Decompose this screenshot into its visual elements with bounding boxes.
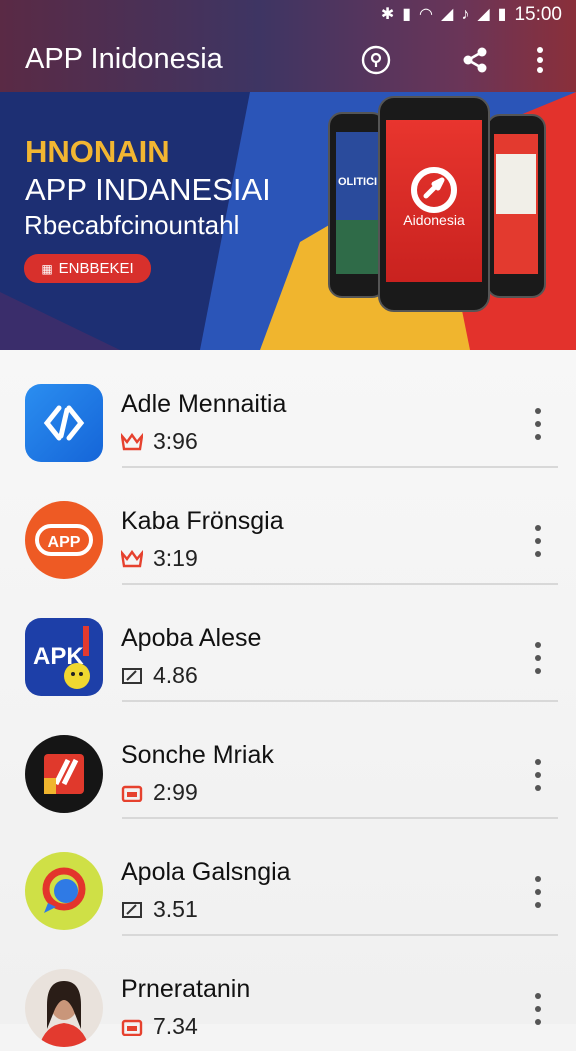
battery-icon: ▮ xyxy=(497,6,507,23)
app-meta: 7.34 xyxy=(121,1013,198,1040)
calendar-icon xyxy=(121,785,143,802)
person-photo xyxy=(336,220,378,274)
code-app-icon xyxy=(25,384,103,462)
grid-icon: ▦ xyxy=(41,261,53,276)
share-icon xyxy=(463,47,487,73)
item-more-button[interactable] xyxy=(528,525,548,557)
list-item[interactable]: Adle Mennaitia 3:96 xyxy=(0,350,576,468)
app-value: 4.86 xyxy=(153,662,198,688)
app-value: 3:19 xyxy=(153,545,198,571)
app-top-bar: ✱ ▮ ◠ ◢ ♪ ◢ ▮ 15:00 APP Inidonesia xyxy=(0,0,576,92)
list-item[interactable]: Sonche Mriak 2:99 xyxy=(0,701,576,819)
wifi-icon: ◠ xyxy=(419,6,434,23)
item-more-button[interactable] xyxy=(528,408,548,440)
chat-app-icon xyxy=(25,852,103,930)
app-name: Apoba Alese xyxy=(121,624,262,652)
edit-icon xyxy=(122,667,142,684)
app-value: 2:99 xyxy=(153,779,198,805)
list-item[interactable]: APK Apoba Alese 4.86 xyxy=(0,584,576,702)
app-list: Adle Mennaitia 3:96 APP Kaba Frönsgia 3:… xyxy=(0,350,576,1047)
signal-icon: ◢ xyxy=(477,6,490,23)
vibrate-icon: ▮ xyxy=(402,6,412,23)
bluetooth-icon: ✱ xyxy=(380,6,395,23)
app-value: 3.51 xyxy=(153,896,198,922)
item-more-button[interactable] xyxy=(528,993,548,1025)
list-item[interactable]: APP Kaba Frönsgia 3:19 xyxy=(0,467,576,585)
overflow-menu-button[interactable] xyxy=(520,40,560,80)
alarm-icon: ♪ xyxy=(461,6,470,23)
avatar xyxy=(25,969,103,1047)
phone-mockup-center: Aidonesia xyxy=(378,96,490,312)
info-button[interactable] xyxy=(356,40,396,80)
list-item[interactable]: Apola Galsngia 3.51 xyxy=(0,818,576,936)
app-name: Prneratanin xyxy=(121,975,251,1003)
app-name: Apola Galsngia xyxy=(121,858,291,886)
edit-icon xyxy=(122,901,142,918)
video-call-photo xyxy=(496,154,536,214)
app-meta: 3:96 xyxy=(121,428,198,455)
app-meta: 3.51 xyxy=(121,896,198,923)
app-name: Kaba Frönsgia xyxy=(121,507,284,535)
share-button[interactable] xyxy=(455,40,495,80)
crown-icon xyxy=(121,432,143,450)
app-value: 3:96 xyxy=(153,428,198,454)
item-more-button[interactable] xyxy=(528,759,548,791)
phone-app-name: Aidonesia xyxy=(403,212,465,228)
item-more-button[interactable] xyxy=(528,642,548,674)
banner-cta-button[interactable]: ▦ ENBBEKEI xyxy=(24,254,151,283)
app-value: 7.34 xyxy=(153,1013,198,1039)
signal-icon: ◢ xyxy=(441,6,454,23)
info-icon xyxy=(361,45,391,75)
banner-kicker: HNONAIN xyxy=(25,134,170,169)
calendar-icon xyxy=(121,1019,143,1036)
phone-mockup-right xyxy=(486,114,546,298)
svg-text:APP: APP xyxy=(48,534,81,551)
item-more-button[interactable] xyxy=(528,876,548,908)
media-app-icon xyxy=(25,735,103,813)
app-name: Sonche Mriak xyxy=(121,741,274,769)
banner-subtitle: Rbecabfcinountahl xyxy=(24,210,240,240)
app-name: Adle Mennaitia xyxy=(121,390,287,418)
app-meta: 4.86 xyxy=(121,662,198,689)
more-vert-icon xyxy=(537,47,543,73)
status-time: 15:00 xyxy=(514,4,562,25)
app-meta: 3:19 xyxy=(121,545,198,572)
status-bar: ✱ ▮ ◠ ◢ ♪ ◢ ▮ 15:00 xyxy=(381,2,562,28)
page-title: APP Inidonesia xyxy=(25,43,223,75)
list-item[interactable]: Prneratanin 7.34 xyxy=(0,935,576,1051)
phone-left-text: OLITICI xyxy=(338,176,378,188)
banner-cta-label: ENBBEKEI xyxy=(58,260,134,277)
banner-title: APP INDANESIAI xyxy=(25,172,271,207)
apk-badge-icon: APP xyxy=(25,501,103,579)
app-meta: 2:99 xyxy=(121,779,198,806)
app-logo-icon xyxy=(411,167,457,213)
apk-app-icon: APK xyxy=(25,618,103,696)
crown-icon xyxy=(121,549,143,567)
